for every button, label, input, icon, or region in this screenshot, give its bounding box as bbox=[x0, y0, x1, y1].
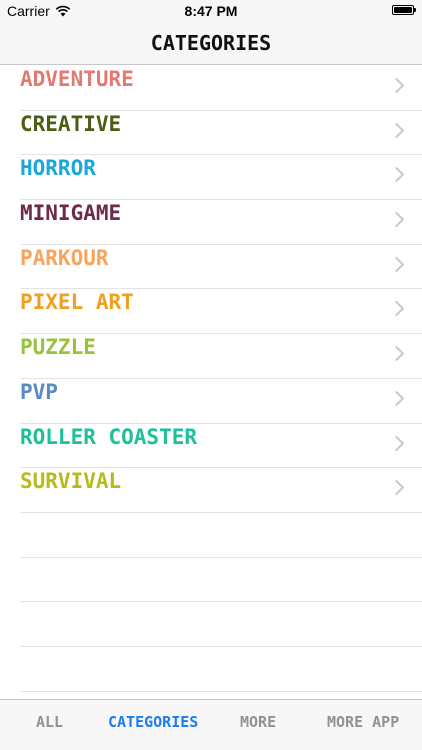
category-label: PVP bbox=[20, 379, 58, 404]
empty-row bbox=[20, 513, 422, 558]
category-label: SURVIVAL bbox=[20, 469, 122, 494]
category-row-pixel-art[interactable]: PIXEL ART bbox=[20, 289, 422, 335]
chevron-right-icon bbox=[388, 211, 405, 228]
empty-row bbox=[20, 602, 422, 647]
category-label: MINIGAME bbox=[20, 201, 122, 226]
chevron-right-icon bbox=[388, 122, 405, 138]
category-row-minigame[interactable]: MINIGAME bbox=[20, 200, 422, 245]
category-row-creative[interactable]: CREATIVE bbox=[20, 111, 422, 156]
category-row-pvp[interactable]: PVP bbox=[20, 379, 422, 424]
chevron-right-icon bbox=[388, 435, 405, 451]
category-label: ADVENTURE bbox=[20, 67, 134, 91]
tab-all[interactable]: ALL bbox=[36, 713, 63, 731]
tab-bar: ALL CATEGORIES MORE MORE APP bbox=[0, 699, 422, 750]
category-label: PUZZLE bbox=[20, 335, 96, 360]
chevron-right-icon bbox=[388, 301, 405, 317]
category-row-adventure[interactable]: ADVENTURE bbox=[20, 66, 422, 111]
category-row-roller-coaster[interactable]: ROLLER COASTER bbox=[20, 424, 422, 469]
chevron-right-icon bbox=[388, 390, 405, 407]
battery-icon bbox=[392, 5, 416, 15]
category-list[interactable]: ADVENTURE CREATIVE HORROR MINIGAME PARKO… bbox=[0, 66, 422, 698]
category-row-puzzle[interactable]: PUZZLE bbox=[20, 334, 422, 379]
tab-categories[interactable]: CATEGORIES bbox=[108, 713, 198, 731]
empty-row bbox=[20, 647, 422, 692]
category-label: HORROR bbox=[20, 156, 96, 181]
tab-more-app[interactable]: MORE APP bbox=[327, 713, 399, 731]
category-row-horror[interactable]: HORROR bbox=[20, 155, 422, 201]
status-time: 8:47 PM bbox=[184, 3, 238, 19]
page-title: CATEGORIES bbox=[150, 31, 272, 55]
chevron-right-icon bbox=[388, 256, 405, 273]
status-bar: Carrier 8:47 PM bbox=[0, 0, 422, 22]
category-label: ROLLER COASTER bbox=[20, 424, 198, 449]
chevron-right-icon bbox=[388, 345, 405, 362]
empty-row bbox=[20, 558, 422, 603]
chevron-right-icon bbox=[388, 167, 405, 183]
chevron-right-icon bbox=[388, 479, 405, 496]
navigation-bar: CATEGORIES bbox=[0, 22, 422, 65]
category-label: CREATIVE bbox=[20, 111, 122, 136]
tab-more[interactable]: MORE bbox=[240, 713, 276, 731]
category-label: PARKOUR bbox=[20, 245, 109, 270]
category-row-survival[interactable]: SURVIVAL bbox=[20, 468, 422, 513]
category-label: PIXEL ART bbox=[20, 290, 134, 315]
category-row-parkour[interactable]: PARKOUR bbox=[20, 245, 422, 290]
chevron-right-icon bbox=[388, 77, 405, 94]
